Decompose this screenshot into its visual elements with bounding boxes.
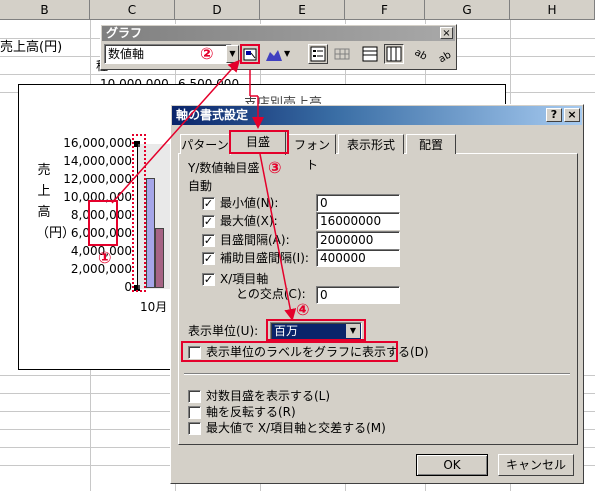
- annotation-arrows: [111, 59, 297, 321]
